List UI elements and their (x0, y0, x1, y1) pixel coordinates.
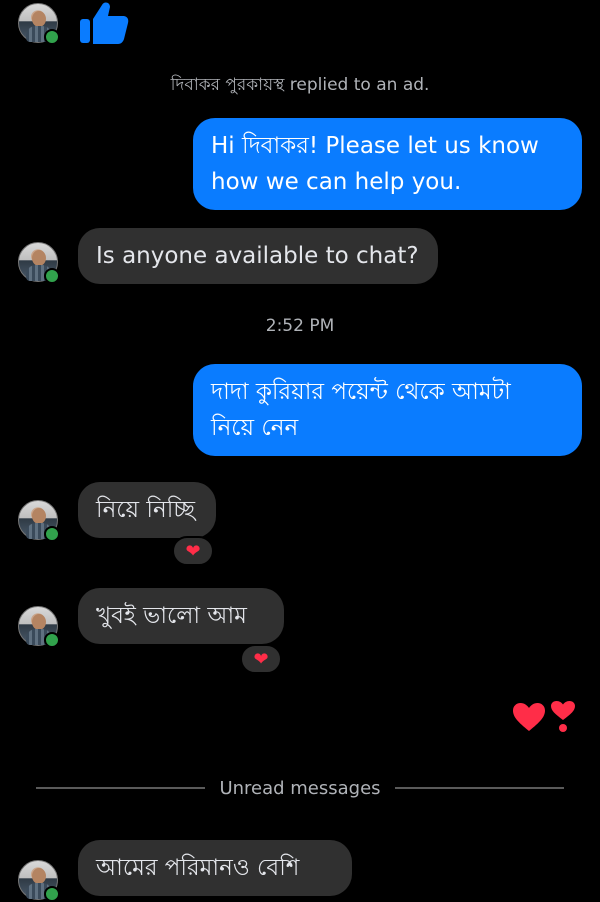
unread-messages-label: Unread messages (219, 777, 381, 799)
thumbs-up-icon[interactable] (78, 0, 130, 46)
incoming-message-bubble[interactable]: নিয়ে নিচ্ছি (78, 482, 216, 538)
online-status-icon (44, 632, 60, 648)
contact-avatar[interactable] (18, 860, 60, 902)
incoming-message-bubble[interactable]: আমের পরিমানও বেশি (78, 840, 352, 896)
heart-reaction-icon[interactable]: ❤ (172, 536, 214, 566)
chat-thread: দিবাকর পুরকায়স্থ replied to an ad. Hi দ… (0, 0, 600, 902)
outgoing-message-bubble[interactable]: Hi দিবাকর! Please let us know how we can… (193, 118, 582, 210)
avatar-face (32, 250, 46, 266)
divider-line (36, 787, 206, 789)
online-status-icon (44, 526, 60, 542)
contact-avatar[interactable] (18, 3, 60, 45)
contact-avatar[interactable] (18, 606, 60, 648)
contact-avatar[interactable] (18, 242, 60, 284)
avatar-face (32, 614, 46, 630)
ad-reply-note: দিবাকর পুরকায়স্থ replied to an ad. (170, 75, 430, 95)
heart-exclamation-icon (551, 701, 575, 732)
divider-line (394, 787, 564, 789)
incoming-message-bubble[interactable]: খুবই ভালো আম (78, 588, 284, 644)
online-status-icon (44, 268, 60, 284)
heart-icon (513, 703, 545, 731)
unread-divider: Unread messages (36, 776, 564, 800)
avatar-face (32, 508, 46, 524)
incoming-message-bubble[interactable]: Is anyone available to chat? (78, 228, 438, 284)
online-status-icon (44, 29, 60, 45)
heart-sticker-icon[interactable] (512, 700, 576, 734)
outgoing-message-bubble[interactable]: দাদা কুরিয়ার পয়েন্ট থেকে আমটা নিয়ে নে… (193, 364, 582, 456)
contact-avatar[interactable] (18, 500, 60, 542)
avatar-face (32, 11, 46, 27)
avatar-face (32, 868, 46, 884)
heart-reaction-icon[interactable]: ❤ (240, 644, 282, 674)
message-timestamp: 2:52 PM (265, 316, 335, 336)
